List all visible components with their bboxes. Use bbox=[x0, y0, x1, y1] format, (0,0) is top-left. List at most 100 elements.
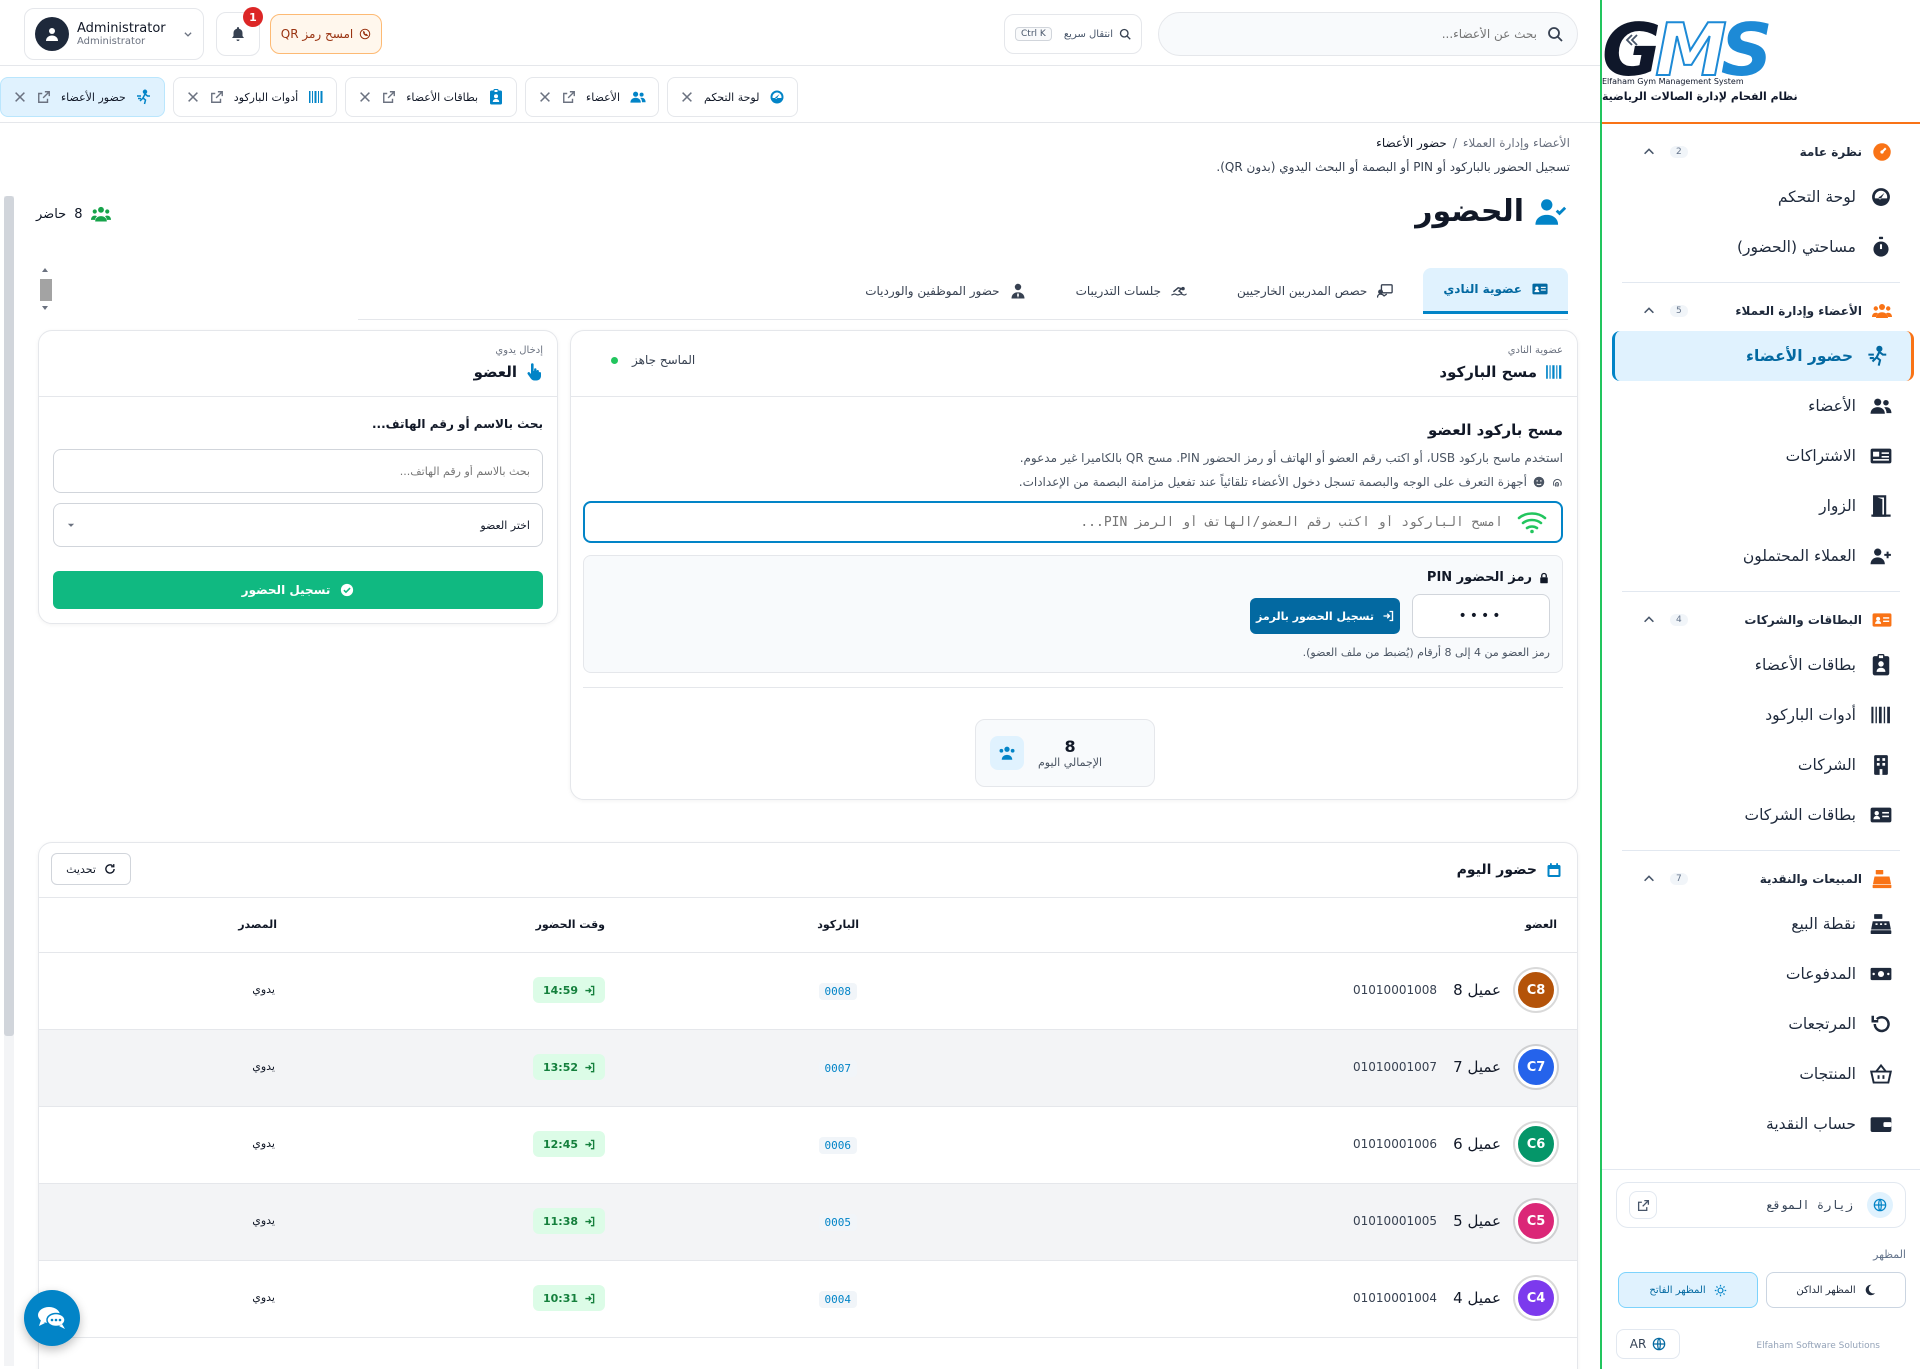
sidebar-item[interactable]: الزوار bbox=[1602, 481, 1920, 531]
notifications-button[interactable]: 1 bbox=[216, 7, 263, 56]
external-link-icon[interactable] bbox=[382, 90, 396, 104]
sidebar-item[interactable]: الأعضاء bbox=[1602, 381, 1920, 431]
mini-scrollbar[interactable] bbox=[38, 265, 52, 313]
table-row[interactable]: C7 عميل 7 01010001007 0007 13:52 يدوي bbox=[39, 1030, 1577, 1107]
sidebar-section-header[interactable]: الأعضاء وإدارة العملاء 5 bbox=[1602, 291, 1920, 331]
member-phone: 01010001006 bbox=[1353, 1137, 1437, 1151]
refresh-button[interactable]: تحديث bbox=[51, 853, 131, 885]
close-icon[interactable] bbox=[358, 90, 372, 104]
scrollbar-thumb[interactable] bbox=[4, 196, 14, 1036]
sidebar-item[interactable]: العملاء المحتملون bbox=[1602, 531, 1920, 581]
page-tab[interactable]: الأعضاء bbox=[525, 77, 660, 117]
pin-input[interactable] bbox=[1412, 594, 1550, 638]
sidebar-section-header[interactable]: المبيعات والنقدية 7 bbox=[1602, 859, 1920, 899]
table-row[interactable]: C6 عميل 6 01010001006 0006 12:45 يدوي bbox=[39, 1107, 1577, 1184]
scan-qr-button[interactable]: امسح رمز QR bbox=[270, 14, 382, 54]
sidebar-section-header[interactable]: نظرة عامة 2 bbox=[1602, 132, 1920, 172]
member-name[interactable]: عميل 6 bbox=[1453, 1135, 1501, 1153]
external-link-icon[interactable] bbox=[210, 90, 224, 104]
close-icon[interactable] bbox=[13, 90, 27, 104]
page-tab[interactable]: بطاقات الأعضاء bbox=[345, 77, 518, 117]
scan-qr-label: امسح رمز QR bbox=[280, 27, 354, 41]
sidebar-item[interactable]: الاشتراكات bbox=[1602, 431, 1920, 481]
close-icon[interactable] bbox=[186, 90, 200, 104]
chevron-down-icon bbox=[183, 29, 193, 39]
col-barcode[interactable]: الباركود bbox=[817, 918, 859, 931]
sidebar-nav: نظرة عامة 2 لوحة التحكم مساحتي (الحضور) الأع… bbox=[1602, 132, 1920, 1149]
user-name: Administrator bbox=[77, 21, 166, 36]
sidebar-item[interactable]: حساب النقدية bbox=[1602, 1099, 1920, 1149]
sidebar-item[interactable]: لوحة التحكم bbox=[1602, 172, 1920, 222]
sidebar-item[interactable]: بطاقات الشركات bbox=[1602, 790, 1920, 840]
member-name[interactable]: عميل 4 bbox=[1453, 1289, 1501, 1307]
barcode-input-wrapper[interactable] bbox=[583, 501, 1563, 543]
member-search-input[interactable] bbox=[1173, 27, 1537, 41]
members-icon bbox=[630, 89, 646, 105]
avatar: C8 bbox=[1515, 969, 1557, 1011]
table-row[interactable]: C5 عميل 5 01010001005 0005 11:38 يدوي bbox=[39, 1184, 1577, 1261]
attendance-table: العضو الباركود وقت الحضور المصدر C8 عميل … bbox=[39, 897, 1577, 1338]
section-sales-icon bbox=[1872, 869, 1892, 889]
external-link-icon[interactable] bbox=[37, 90, 51, 104]
col-member[interactable]: العضو bbox=[1525, 918, 1557, 931]
basket-icon bbox=[1870, 1063, 1892, 1085]
sidebar-item[interactable]: مساحتي (الحضور) bbox=[1602, 222, 1920, 272]
col-time[interactable]: وقت الحضور bbox=[536, 918, 605, 931]
close-icon[interactable] bbox=[538, 90, 552, 104]
member-name[interactable]: عميل 5 bbox=[1453, 1212, 1501, 1230]
sidebar-item[interactable]: المرتجعات bbox=[1602, 999, 1920, 1049]
module-tab[interactable]: جلسات التدريبات bbox=[1056, 268, 1207, 314]
sidebar-item[interactable]: بطاقات الأعضاء bbox=[1602, 640, 1920, 690]
sign-in-icon bbox=[584, 1216, 595, 1227]
pin-checkin-button[interactable]: تسجيل الحضور بالرمز bbox=[1250, 598, 1400, 634]
page-tab[interactable]: أدوات الباركود bbox=[172, 77, 338, 117]
member-name[interactable]: عميل 7 bbox=[1453, 1058, 1501, 1076]
page-tab[interactable]: حضور الأعضاء bbox=[0, 77, 165, 117]
sidebar-item[interactable]: المنتجات bbox=[1602, 1049, 1920, 1099]
manual-entry-card: إدخال يدوي العضو بحث بالاسم أو رقم الهات… bbox=[38, 330, 558, 624]
chevron-up-icon bbox=[1642, 613, 1656, 627]
mini-scrollbar-thumb[interactable] bbox=[40, 279, 52, 301]
sidebar-section-header[interactable]: البطاقات والشركات 4 bbox=[1602, 600, 1920, 640]
globe-icon bbox=[1867, 1192, 1893, 1218]
page-tab[interactable]: لوحة التحكم bbox=[667, 77, 799, 117]
theme-dark-button[interactable]: المظهر الداكن bbox=[1766, 1272, 1906, 1308]
user-menu[interactable]: Administrator Administrator bbox=[24, 8, 204, 60]
manual-search-input[interactable] bbox=[53, 449, 543, 493]
col-source[interactable]: المصدر bbox=[238, 918, 277, 931]
theme-light-button[interactable]: المظهر الفاتح bbox=[1618, 1272, 1758, 1308]
sidebar-footer: زيارة الموقع المظهر المظهر الداكن المظهر… bbox=[1602, 1169, 1920, 1369]
manual-card-title: العضو bbox=[474, 363, 543, 381]
chevron-up-icon bbox=[1642, 304, 1656, 318]
sidebar-item[interactable]: الشركات bbox=[1602, 740, 1920, 790]
member-name[interactable]: عميل 8 bbox=[1453, 981, 1501, 999]
barcode-input[interactable] bbox=[599, 514, 1503, 530]
module-tab[interactable]: عضوية النادي bbox=[1423, 267, 1568, 314]
chat-button[interactable] bbox=[24, 1290, 80, 1346]
sidebar-item[interactable]: المدفوعات bbox=[1602, 949, 1920, 999]
sidebar-item[interactable]: حضور الأعضاء bbox=[1612, 331, 1914, 381]
manual-checkin-button[interactable]: تسجيل الحضور bbox=[53, 571, 543, 609]
breadcrumb-parent[interactable]: الأعضاء وإدارة العملاء bbox=[1463, 136, 1570, 150]
sidebar-item[interactable]: أدوات الباركود bbox=[1602, 690, 1920, 740]
language-switch[interactable]: AR bbox=[1616, 1329, 1680, 1359]
module-tab[interactable]: حصص المدربين الخارجيين bbox=[1217, 268, 1413, 314]
table-row[interactable]: C4 عميل 4 01010001004 0004 10:31 يدوي bbox=[39, 1261, 1577, 1338]
pin-panel: رمز الحضور PIN تسجيل الحضور بالرمز رمز ا… bbox=[583, 555, 1563, 673]
module-tab[interactable]: حضور الموظفين والورديات bbox=[845, 268, 1045, 314]
close-icon[interactable] bbox=[680, 90, 694, 104]
visit-site-link[interactable]: زيارة الموقع bbox=[1616, 1182, 1906, 1228]
external-link-icon[interactable] bbox=[1629, 1191, 1657, 1219]
sidebar-collapse-button[interactable] bbox=[1618, 26, 1646, 54]
sidebar-item-label: لوحة التحكم bbox=[1777, 188, 1856, 206]
table-row[interactable]: C8 عميل 8 01010001008 0008 14:59 يدوي bbox=[39, 953, 1577, 1030]
quick-nav-button[interactable]: انتقال سريع Ctrl K bbox=[1004, 14, 1142, 54]
appearance-label: المظهر bbox=[1873, 1248, 1906, 1261]
member-select[interactable]: اختر العضو bbox=[53, 503, 543, 547]
member-search[interactable] bbox=[1158, 12, 1578, 56]
external-link-icon[interactable] bbox=[562, 90, 576, 104]
sidebar-divider bbox=[1622, 282, 1900, 283]
notifications-badge: 1 bbox=[243, 7, 263, 27]
sidebar-item[interactable]: نقطة البيع bbox=[1602, 899, 1920, 949]
visit-site-label: زيارة الموقع bbox=[1766, 1198, 1853, 1212]
